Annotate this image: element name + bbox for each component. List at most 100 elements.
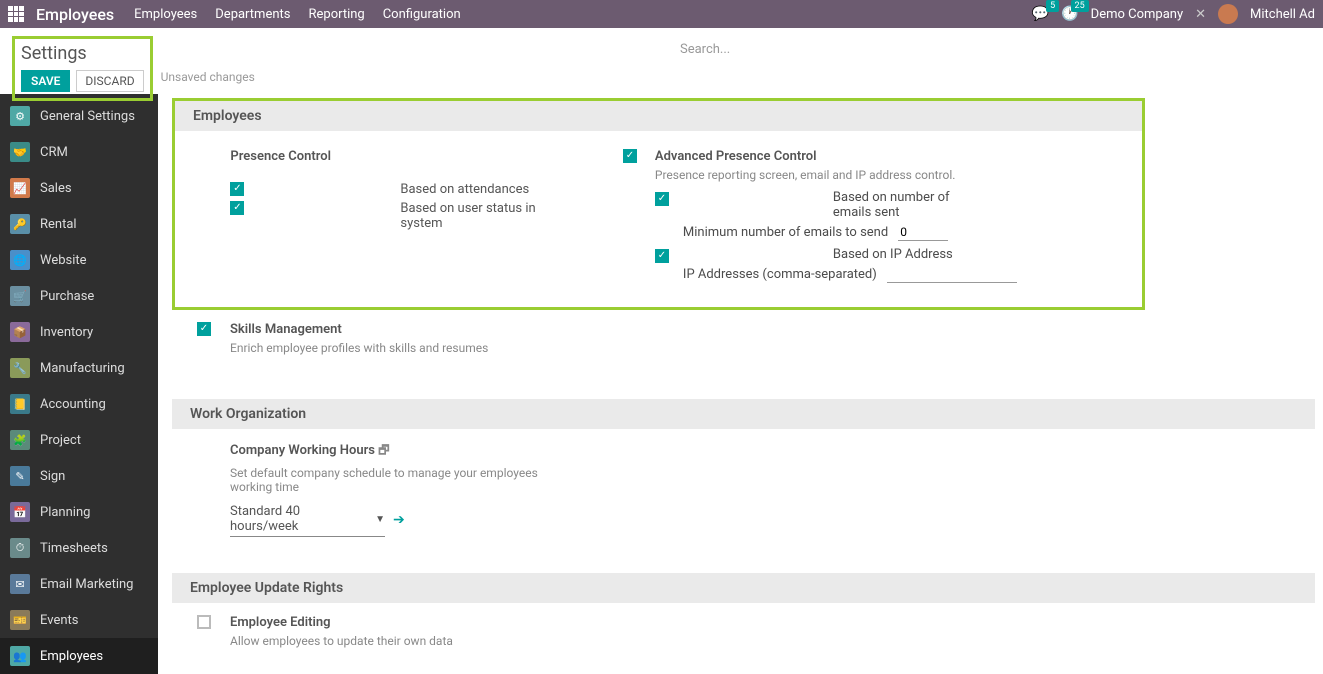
nav-reporting[interactable]: Reporting: [308, 7, 364, 22]
sidebar-item-project[interactable]: 🧩Project: [0, 422, 158, 458]
employees-section-highlight: Employees Presence Control ✓ Based on at…: [172, 98, 1145, 310]
min-emails-input[interactable]: [898, 224, 948, 241]
messages-badge: 5: [1046, 0, 1059, 12]
page-title: Settings: [21, 43, 144, 64]
sidebar-item-manufacturing[interactable]: 🔧Manufacturing: [0, 350, 158, 386]
apps-icon[interactable]: [8, 6, 24, 22]
checkbox-employee-editing[interactable]: ✓: [197, 615, 211, 629]
handshake-icon: 🤝: [10, 142, 30, 162]
key-icon: 🔑: [10, 214, 30, 234]
search-input[interactable]: [680, 42, 1080, 58]
navbar-menu: Employees Departments Reporting Configur…: [134, 7, 461, 22]
sidebar-item-label: Manufacturing: [40, 361, 125, 376]
clock-icon: ⏱: [10, 538, 30, 558]
min-emails-label: Minimum number of emails to send: [683, 225, 888, 240]
presence-control-title: Presence Control: [230, 149, 593, 164]
sidebar-item-rental[interactable]: 🔑 Rental: [0, 206, 158, 242]
company-name[interactable]: Demo Company: [1091, 7, 1183, 22]
working-hours-select[interactable]: Standard 40 hours/week ▼: [230, 502, 385, 537]
skills-desc: Enrich employee profiles with skills and…: [230, 341, 488, 355]
sidebar-item-label: Accounting: [40, 397, 106, 412]
save-button[interactable]: SAVE: [21, 70, 70, 92]
subheader: Settings SAVE DISCARD Unsaved changes: [0, 28, 1323, 94]
top-navbar: Employees Employees Departments Reportin…: [0, 0, 1323, 28]
sidebar-item-label: Events: [40, 613, 78, 628]
section-header-work-org: Work Organization: [172, 399, 1315, 429]
presence-control-panel: Presence Control ✓ Based on attendances …: [193, 149, 593, 289]
skills-management-panel: ✓ Skills Management Enrich employee prof…: [190, 322, 1297, 363]
messages-icon[interactable]: 💬5: [1032, 6, 1049, 22]
sidebar-item-purchase[interactable]: 🛒 Purchase: [0, 278, 158, 314]
sidebar-item-label: Employees: [40, 649, 103, 664]
checkbox-advanced-presence[interactable]: ✓: [623, 149, 637, 163]
sidebar-item-label: Planning: [40, 505, 90, 520]
ip-addresses-label: IP Addresses (comma-separated): [683, 267, 877, 282]
employee-editing-panel: ✓ Employee Editing Allow employees to up…: [190, 615, 1297, 654]
working-hours-title: Company Working Hours 🗗: [230, 441, 570, 462]
sidebar-item-website[interactable]: 🌐Website: [0, 242, 158, 278]
discard-button[interactable]: DISCARD: [76, 70, 143, 92]
sidebar-item-email-marketing[interactable]: ✉Email Marketing: [0, 566, 158, 602]
external-link-icon[interactable]: 🗗: [378, 443, 389, 457]
sidebar-item-inventory[interactable]: 📦 Inventory: [0, 314, 158, 350]
sidebar-item-sign[interactable]: ✎ Sign: [0, 458, 158, 494]
sidebar-item-general-settings[interactable]: ⚙ General Settings: [0, 98, 158, 134]
debug-icon[interactable]: ✕: [1195, 7, 1206, 22]
section-header-employees: Employees: [175, 101, 1142, 131]
employee-editing-title: Employee Editing: [230, 615, 453, 630]
checkbox-attendances[interactable]: ✓: [230, 182, 244, 196]
ticket-icon: 🎫: [10, 610, 30, 630]
nav-configuration[interactable]: Configuration: [383, 7, 461, 22]
adv-emails-label: Based on number of emails sent: [833, 190, 983, 220]
sidebar-item-label: Timesheets: [40, 541, 108, 556]
sidebar-item-accounting[interactable]: 📒 Accounting: [0, 386, 158, 422]
chart-icon: 📈: [10, 178, 30, 198]
checkbox-user-status[interactable]: ✓: [230, 201, 244, 215]
gear-icon: ⚙: [10, 106, 30, 126]
avatar[interactable]: [1218, 4, 1238, 24]
sidebar-item-label: Purchase: [40, 289, 94, 304]
advanced-presence-panel: ✓ Advanced Presence Control Presence rep…: [617, 149, 1124, 289]
checkbox-emails-sent[interactable]: ✓: [655, 192, 669, 206]
book-icon: 📒: [10, 394, 30, 414]
section-header-update-rights: Employee Update Rights: [172, 573, 1315, 603]
settings-sidebar: ⚙ General Settings 🤝 CRM 📈 Sales 🔑 Rental 🌐W…: [0, 94, 158, 654]
adv-ip-label: Based on IP Address: [833, 247, 953, 262]
working-hours-value: Standard 40 hours/week: [230, 504, 369, 534]
sidebar-item-label: Rental: [40, 217, 77, 232]
sidebar-item-sales[interactable]: 📈 Sales: [0, 170, 158, 206]
sidebar-item-label: Inventory: [40, 325, 93, 340]
checkbox-ip-address[interactable]: ✓: [655, 249, 669, 263]
sidebar-item-crm[interactable]: 🤝 CRM: [0, 134, 158, 170]
arrow-right-icon[interactable]: ➔: [393, 512, 405, 528]
main-content: Employees Presence Control ✓ Based on at…: [158, 94, 1323, 654]
sidebar-item-employees[interactable]: 👥 Employees: [0, 638, 158, 674]
settings-highlight: Settings SAVE DISCARD: [12, 36, 153, 101]
working-hours-desc: Set default company schedule to manage y…: [230, 466, 570, 494]
sidebar-item-label: CRM: [40, 145, 68, 160]
envelope-icon: ✉: [10, 574, 30, 594]
sidebar-item-planning[interactable]: 📅 Planning: [0, 494, 158, 530]
sidebar-item-events[interactable]: 🎫 Events: [0, 602, 158, 638]
box-icon: 📦: [10, 322, 30, 342]
calendar-icon: 📅: [10, 502, 30, 522]
sidebar-item-label: Project: [40, 433, 81, 448]
activities-icon[interactable]: 🕐25: [1061, 6, 1078, 22]
chevron-down-icon: ▼: [375, 514, 385, 525]
sidebar-item-label: General Settings: [40, 109, 135, 124]
pen-icon: ✎: [10, 466, 30, 486]
skills-title: Skills Management: [230, 322, 488, 337]
sidebar-item-label: Sales: [40, 181, 72, 196]
working-hours-panel: Company Working Hours 🗗 Set default comp…: [190, 441, 1297, 537]
user-name[interactable]: Mitchell Ad: [1250, 7, 1315, 22]
activities-badge: 25: [1071, 0, 1089, 12]
unsaved-label: Unsaved changes: [161, 70, 255, 84]
ip-addresses-input[interactable]: [887, 266, 1017, 283]
sidebar-item-label: Sign: [40, 469, 65, 484]
nav-departments[interactable]: Departments: [215, 7, 290, 22]
people-icon: 👥: [10, 646, 30, 666]
sidebar-item-timesheets[interactable]: ⏱ Timesheets: [0, 530, 158, 566]
nav-employees[interactable]: Employees: [134, 7, 197, 22]
cart-icon: 🛒: [10, 286, 30, 306]
checkbox-skills-management[interactable]: ✓: [197, 322, 211, 336]
